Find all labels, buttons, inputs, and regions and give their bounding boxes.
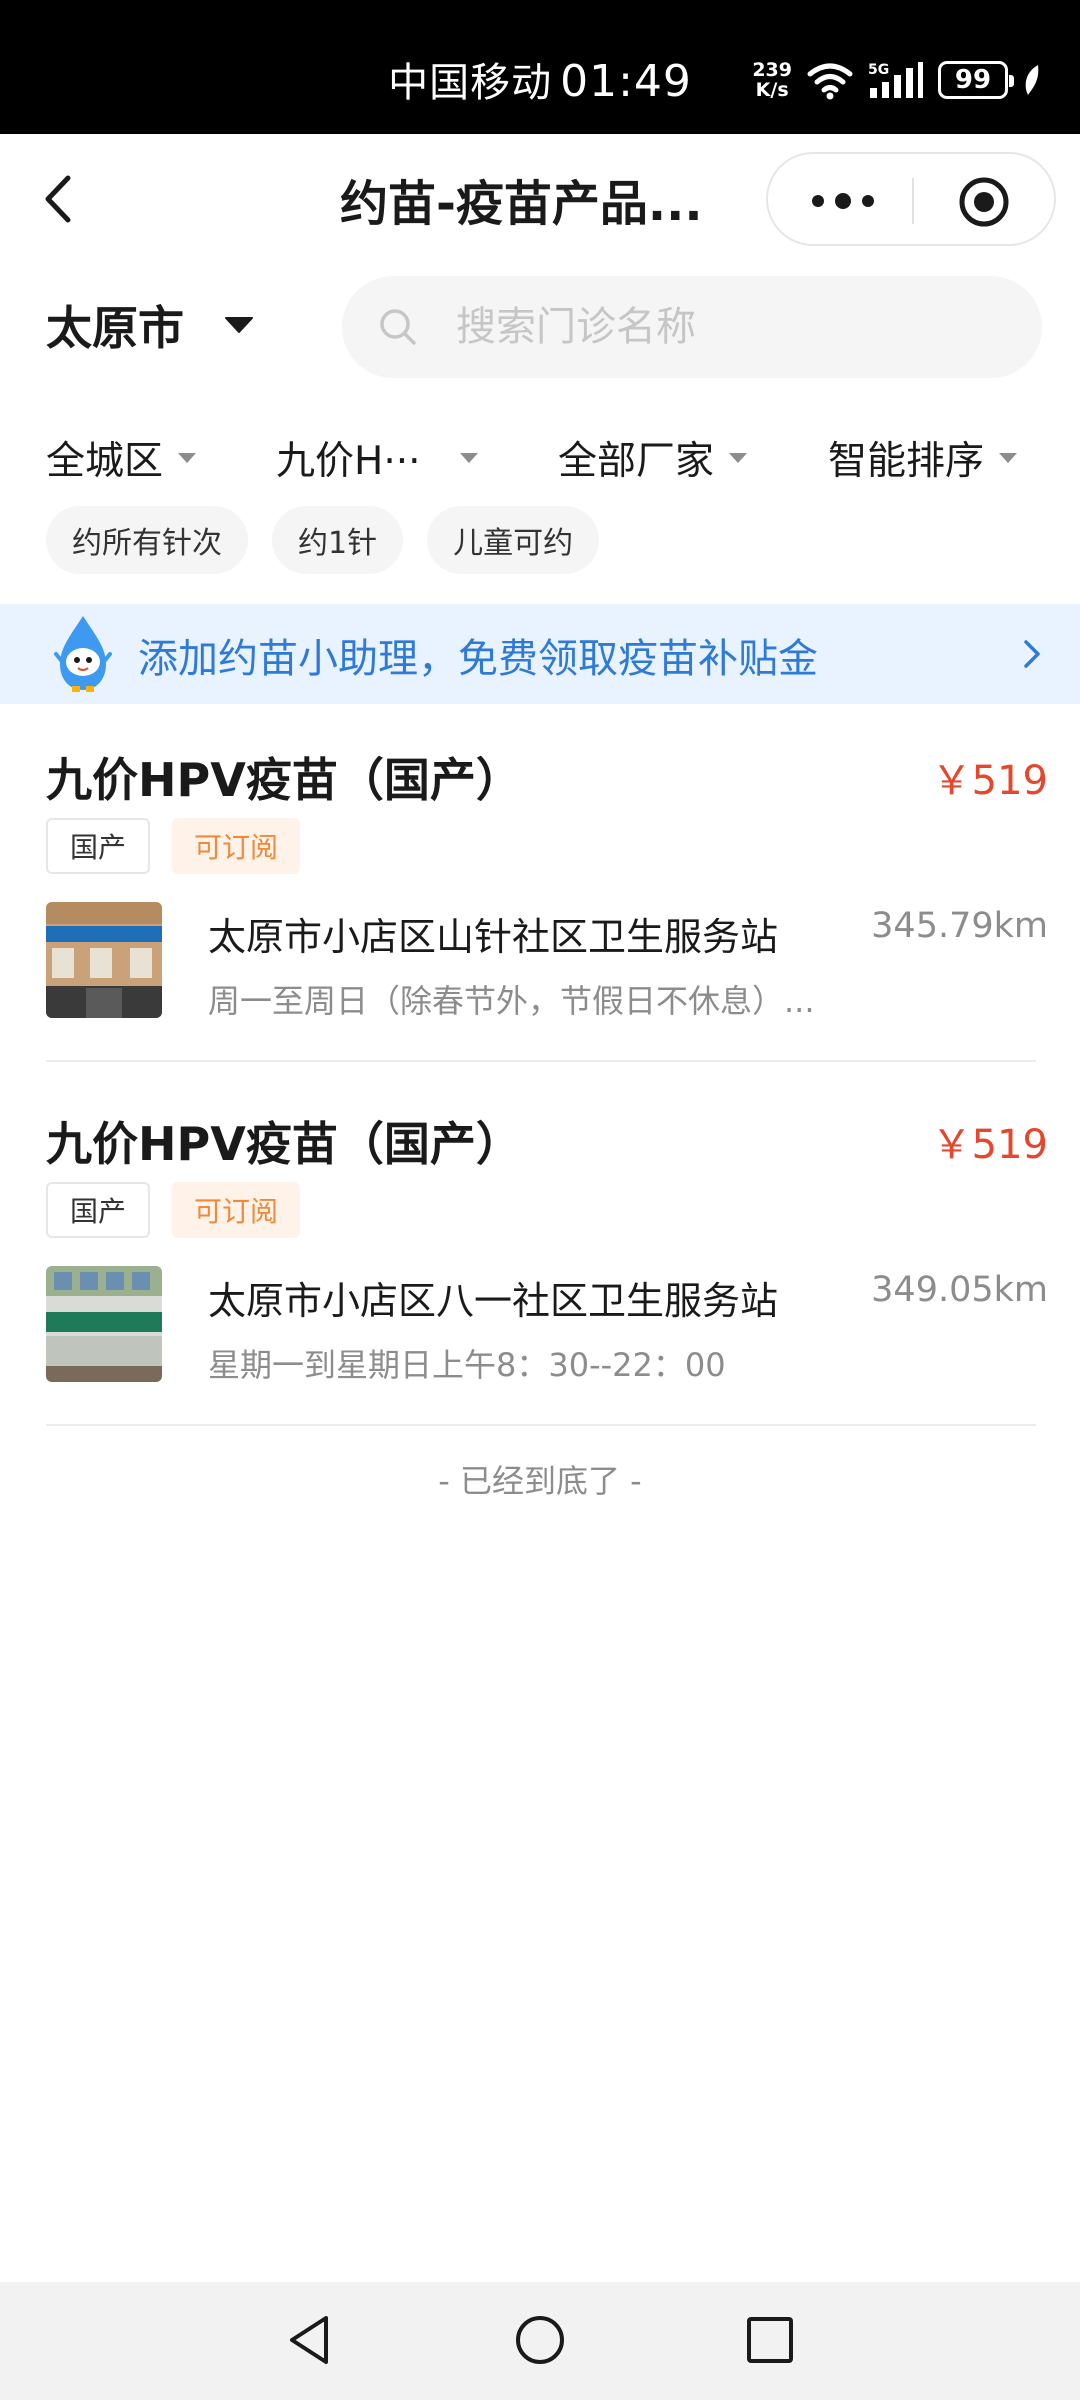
tag-subscribable: 可订阅 [172,1182,301,1238]
distance: 345.79km [871,906,1048,946]
tag-domestic: 国产 [46,1182,151,1238]
back-triangle-icon[interactable] [282,2312,338,2368]
clinic-photo [46,1266,162,1382]
chevron-right-icon [1024,640,1040,668]
quick-filter-chips: 约所有针次 约1针 儿童可约 [46,506,600,574]
end-of-list-text: - 已经到底了 - [438,1462,642,1500]
clock: 01:49 [560,56,692,107]
filter-label: 全部厂家 [558,439,715,484]
vaccine-listing-card[interactable]: 九价HPV疫苗（国产） ￥519 国产 可订阅 太原市小店区山针社区卫生服务站 … [46,744,1048,1064]
filter-vaccine[interactable]: 九价H··· [276,428,479,488]
city-label: 太原市 [46,301,184,355]
triangle-down-icon [729,453,748,463]
close-icon[interactable] [958,176,1010,228]
opening-hours: 周一至周日（除春节外，节假日不休息）... [208,982,815,1020]
vaccine-listing-card[interactable]: 九价HPV疫苗（国产） ￥519 国产 可订阅 太原市小店区八一社区卫生服务站 … [46,1108,1048,1428]
divider [46,1060,1036,1062]
capsule-divider [912,178,914,224]
clinic-photo [46,902,162,1018]
battery-icon: 99 [938,61,1014,99]
triangle-down-icon [459,453,478,463]
wifi-icon [807,63,853,100]
divider [46,1424,1036,1426]
banner-text: 添加约苗小助理，免费领取疫苗补贴金 [138,636,818,682]
back-icon[interactable] [38,174,78,224]
clinic-name: 太原市小店区八一社区卫生服务站 [208,1279,779,1323]
triangle-down-icon [178,453,197,463]
search-input[interactable] [456,304,1016,350]
speed-unit: K/s [755,79,789,101]
system-navigation-bar [0,2282,1080,2400]
filter-district[interactable]: 全城区 [46,428,197,488]
chip-children[interactable]: 儿童可约 [427,506,600,574]
tag-group: 国产 可订阅 [46,818,301,874]
mascot-icon [54,616,112,692]
network-speed: 239 K/s [752,60,792,100]
filter-label: 全城区 [46,439,164,484]
home-circle-icon[interactable] [512,2312,568,2368]
filter-label: 智能排序 [828,439,985,484]
tag-group: 国产 可订阅 [46,1182,301,1238]
speed-value: 239 [752,59,792,81]
chip-one-dose[interactable]: 约1针 [272,506,404,574]
assistant-banner[interactable]: 添加约苗小助理，免费领取疫苗补贴金 [0,604,1080,704]
status-indicators: 239 K/s 5G 99 [752,56,1042,104]
status-bar: 中国移动 01:49 239 K/s 5G 99 [0,0,1080,134]
filter-manufacturer[interactable]: 全部厂家 [558,428,748,488]
mini-program-capsule [766,152,1056,246]
recents-square-icon[interactable] [742,2312,798,2368]
city-selector[interactable]: 太原市 [46,292,254,358]
battery-level: 99 [954,65,992,95]
price: ￥519 [931,1122,1048,1168]
price: ￥519 [931,758,1048,804]
filter-label: 九价H··· [276,439,421,484]
triangle-down-icon [999,453,1018,463]
more-icon[interactable] [808,187,878,215]
nav-bar: 约苗-疫苗产品... [0,134,1080,264]
clinic-name: 太原市小店区山针社区卫生服务站 [208,915,779,959]
tag-subscribable: 可订阅 [172,818,301,874]
caret-down-icon [225,317,253,333]
chip-all-doses[interactable]: 约所有针次 [46,506,248,574]
signal-icon: 5G [868,62,923,98]
page-title: 约苗-疫苗产品... [340,176,703,232]
search-icon [380,309,416,345]
distance: 349.05km [871,1270,1048,1310]
search-box[interactable] [342,276,1042,378]
tag-domestic: 国产 [46,818,151,874]
opening-hours: 星期一到星期日上午8：30--22：00 [208,1346,726,1384]
filter-sort[interactable]: 智能排序 [828,428,1018,488]
carrier-label: 中国移动 [388,60,553,106]
vaccine-title: 九价HPV疫苗（国产） [46,1117,522,1171]
vaccine-title: 九价HPV疫苗（国产） [46,753,522,807]
network-type: 5G [868,62,889,78]
leaf-icon [1025,65,1039,95]
